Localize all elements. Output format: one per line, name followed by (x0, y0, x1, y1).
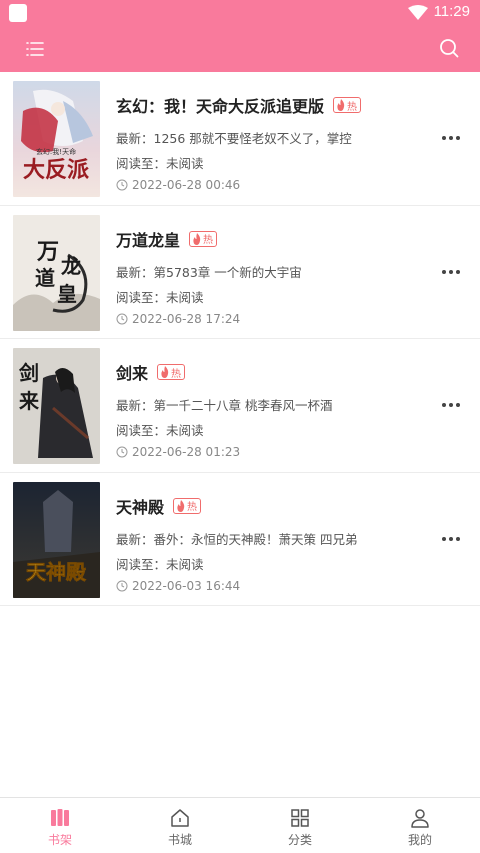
clock: 11:29 (433, 3, 470, 20)
flame-icon (177, 499, 185, 512)
update-time-text: 2022-06-28 00:46 (132, 178, 241, 192)
tab-category[interactable]: 分类 (240, 798, 360, 853)
reading-progress: 阅读至：未阅读 (116, 556, 204, 572)
update-time: 2022-06-28 17:24 (116, 312, 240, 326)
search-icon (440, 39, 459, 58)
hot-label: 热 (203, 235, 214, 246)
list-icon (26, 42, 44, 56)
clock-icon (116, 179, 128, 191)
more-options-button[interactable] (442, 536, 460, 541)
reading-progress: 阅读至：未阅读 (116, 289, 204, 305)
tab-bookshelf[interactable]: 书架 (0, 798, 120, 853)
svg-text:剑: 剑 (18, 361, 39, 385)
book-item[interactable]: 万 龙 道 皇 万道龙皇 热 最新：第5783章 一个新的大宇宙 阅读至：未阅读… (0, 206, 480, 339)
book-item[interactable]: 天神殿 天神殿 热 最新：番外：永恒的天神殿！萧天策 四兄弟 阅读至：未阅读 2… (0, 473, 480, 606)
cover-subtitle: 玄幻:我!天命 (36, 147, 76, 156)
tab-label: 我的 (407, 833, 432, 847)
svg-text:龙: 龙 (61, 254, 81, 278)
latest-chapter: 最新：第5783章 一个新的大宇宙 (116, 264, 302, 280)
app-notification-icon (9, 4, 27, 22)
latest-chapter: 最新：番外：永恒的天神殿！萧天策 四兄弟 (116, 531, 358, 547)
svg-text:万: 万 (36, 239, 59, 265)
more-options-button[interactable] (442, 269, 460, 274)
more-options-button[interactable] (442, 136, 460, 140)
book-cover[interactable]: 天神殿 (13, 481, 100, 598)
reading-progress: 阅读至：未阅读 (116, 423, 204, 438)
book-cover[interactable]: 剑 来 (13, 348, 100, 464)
bookshelf-list: 大反派 玄幻:我!天命 玄幻：我！天命大反派追更版 热 最新：1256 那就不要… (0, 72, 480, 606)
clock-icon (116, 580, 128, 591)
update-time-text: 2022-06-03 16:44 (132, 578, 241, 593)
reading-progress: 阅读至：未阅读 (116, 156, 204, 171)
hot-label: 热 (187, 502, 198, 513)
hot-badge: 热 (333, 97, 362, 113)
app-bar (0, 26, 480, 72)
search-button[interactable] (438, 37, 460, 59)
book-cover[interactable]: 万 龙 道 皇 (13, 214, 100, 331)
book-title: 玄幻：我！天命大反派追更版 (116, 97, 325, 116)
tab-profile[interactable]: 我的 (360, 798, 480, 853)
clock-icon (116, 446, 128, 458)
hot-label: 热 (347, 101, 358, 113)
user-icon (411, 809, 429, 828)
bookshelf-icon (51, 809, 69, 826)
svg-text:天神殿: 天神殿 (26, 560, 87, 584)
flame-icon (337, 99, 345, 111)
svg-text:道: 道 (35, 266, 55, 290)
hot-badge: 热 (173, 497, 202, 514)
home-icon (171, 809, 189, 827)
menu-button[interactable] (24, 38, 46, 60)
update-time: 2022-06-28 01:23 (116, 445, 240, 459)
flame-icon (161, 366, 169, 378)
grid-icon (291, 809, 309, 827)
hot-label: 热 (171, 368, 182, 380)
svg-text:皇: 皇 (57, 282, 77, 306)
update-time-text: 2022-06-28 01:23 (132, 445, 241, 459)
bottom-tab-bar: 书架 书城 分类 我的 (0, 797, 480, 853)
book-cover[interactable]: 大反派 玄幻:我!天命 (13, 81, 100, 197)
update-time-text: 2022-06-28 17:24 (132, 311, 241, 326)
update-time: 2022-06-03 16:44 (116, 579, 240, 593)
tab-label: 书城 (167, 833, 192, 847)
book-title: 天神殿 (116, 497, 165, 517)
wifi-icon (408, 5, 428, 20)
tab-label: 分类 (287, 833, 312, 847)
book-title: 剑来 (116, 364, 149, 383)
cover-title: 大反派 (23, 157, 89, 183)
svg-text:来: 来 (18, 389, 40, 413)
latest-chapter: 最新：第一千二十八章 桃李春风一杯酒 (116, 398, 333, 413)
hot-badge: 热 (189, 230, 218, 247)
flame-icon (193, 232, 201, 245)
update-time: 2022-06-28 00:46 (116, 178, 240, 192)
book-item[interactable]: 大反派 玄幻:我!天命 玄幻：我！天命大反派追更版 热 最新：1256 那就不要… (0, 72, 480, 206)
book-item[interactable]: 剑 来 剑来 热 最新：第一千二十八章 桃李春风一杯酒 阅读至：未阅读 2022… (0, 339, 480, 473)
more-options-button[interactable] (442, 403, 460, 407)
tab-label: 书架 (47, 833, 72, 847)
latest-chapter: 最新：1256 那就不要怪老奴不义了，掌控 (116, 131, 352, 146)
hot-badge: 热 (157, 364, 186, 380)
tab-bookstore[interactable]: 书城 (120, 798, 240, 853)
status-bar: 11:29 (0, 0, 480, 26)
clock-icon (116, 313, 128, 324)
book-title: 万道龙皇 (116, 230, 181, 250)
